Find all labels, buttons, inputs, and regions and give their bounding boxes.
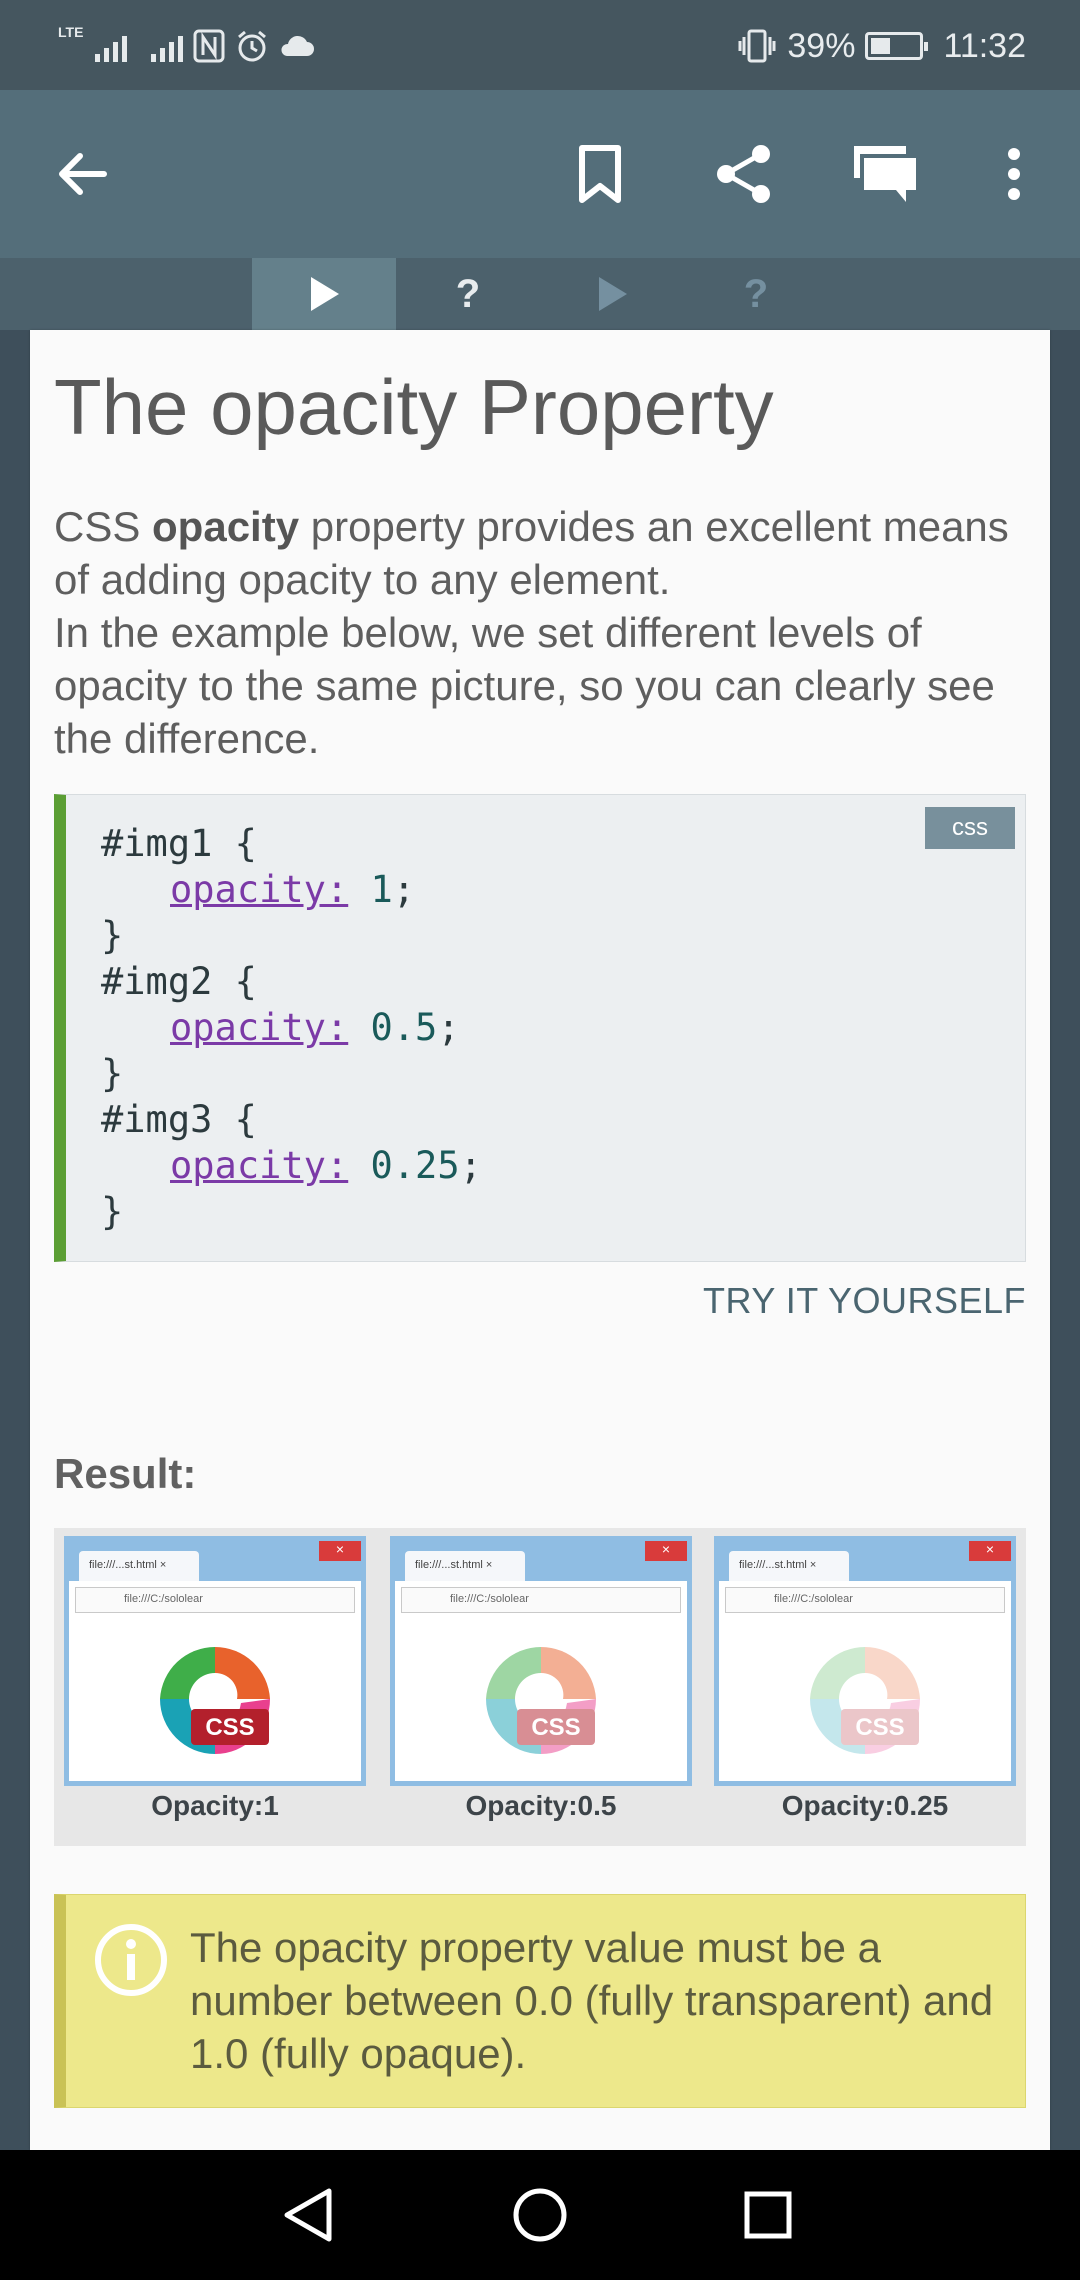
try-it-yourself-button[interactable]: TRY IT YOURSELF [703, 1280, 1026, 1322]
browser-url: file:///C:/sololear [725, 1587, 1005, 1613]
quiz-label: ? [455, 271, 481, 316]
css-badge-text: CSS [205, 1714, 254, 1741]
code-value: 0.25 [348, 1144, 460, 1187]
code-property[interactable]: opacity: [170, 868, 348, 911]
nfc-icon [193, 29, 225, 63]
code-line: opacity: 0.5; [101, 1005, 482, 1051]
code-line: } [101, 914, 124, 957]
lesson-intro: CSS opacity property provides an excelle… [54, 500, 1044, 765]
browser-tab: file:///...st.html × [79, 1551, 199, 1581]
tab-quiz-1[interactable]: ? [396, 258, 540, 330]
browser-tab: file:///...st.html × [729, 1551, 849, 1581]
signal-icon [151, 30, 184, 62]
lesson-tabs: ? ? [0, 258, 1080, 330]
back-triangle-icon[interactable] [268, 2175, 348, 2255]
css-badge-text: CSS [531, 1714, 580, 1741]
code-property[interactable]: opacity: [170, 1144, 348, 1187]
comments-icon[interactable] [842, 130, 930, 218]
back-arrow-icon[interactable] [38, 130, 126, 218]
intro-text: CSS [54, 503, 153, 550]
battery-icon [865, 32, 929, 60]
quiz-label: ? [743, 271, 769, 316]
info-note: The opacity property value must be a num… [54, 1894, 1026, 2108]
code-line: #img3 { [101, 1098, 257, 1141]
tab-lesson-2[interactable] [540, 258, 684, 330]
page-title: The opacity Property [54, 363, 774, 451]
more-vert-icon[interactable] [970, 130, 1058, 218]
code-line: opacity: 1; [101, 867, 482, 913]
network-type: LTE [58, 24, 84, 40]
browser-thumbnail: file:///...st.html × × file:///C:/sololear… [714, 1536, 1016, 1786]
note-text: The opacity property value must be a num… [190, 1924, 994, 2077]
home-circle-icon[interactable] [500, 2175, 580, 2255]
code-punct: ; [437, 1006, 460, 1049]
navigation-bar [0, 2150, 1080, 2280]
tab-lesson-1[interactable] [252, 258, 396, 330]
result-label: Result: [54, 1450, 197, 1497]
code-line: #img1 { [101, 822, 257, 865]
play-icon [311, 277, 339, 311]
play-icon [599, 277, 627, 311]
code-line: } [101, 1052, 124, 1095]
code-punct: ; [459, 1144, 482, 1187]
intro-text: In the example below, we set different l… [54, 609, 995, 762]
status-left: LTE [58, 24, 315, 68]
code-line: opacity: 0.25; [101, 1143, 482, 1189]
opacity-caption: Opacity:0.25 [781, 1790, 949, 1821]
intro-bold: opacity [152, 503, 300, 550]
lesson-content: The opacity Property CSS opacity propert… [30, 330, 1050, 2150]
css-logo: CSS [160, 1647, 270, 1754]
browser-url: file:///C:/sololear [75, 1587, 355, 1613]
signal-icon [95, 30, 128, 62]
css-logo: CSS [810, 1647, 920, 1754]
bookmark-icon[interactable] [556, 130, 644, 218]
share-icon[interactable] [700, 130, 788, 218]
code-punct: ; [392, 868, 416, 911]
browser-thumbnail: file:///...st.html × × file:///C:/sololear… [64, 1536, 366, 1786]
browser-url: file:///C:/sololear [401, 1587, 681, 1613]
app-bar [0, 90, 1080, 258]
alarm-icon [238, 30, 267, 62]
close-icon: × [645, 1541, 687, 1561]
vibrate-icon [738, 29, 776, 63]
code-value: 0.5 [348, 1006, 438, 1049]
code-value: 1 [348, 868, 393, 911]
opacity-caption: Opacity:1 [151, 1790, 279, 1821]
css-logo: CSS [486, 1647, 596, 1754]
clock: 11:32 [943, 26, 1026, 65]
cloud-icon [281, 35, 315, 56]
tab-quiz-2[interactable]: ? [684, 258, 828, 330]
battery-percent: 39% [787, 26, 856, 65]
browser-tab: file:///...st.html × [405, 1551, 525, 1581]
code-lines: #img1 {opacity: 1;} #img2 {opacity: 0.5;}… [101, 821, 482, 1235]
css-badge-text: CSS [855, 1714, 904, 1741]
code-line: #img2 { [101, 960, 257, 1003]
status-right: 39% 11:32 [737, 24, 1026, 68]
close-icon: × [969, 1541, 1011, 1561]
code-property[interactable]: opacity: [170, 1006, 348, 1049]
opacity-caption: Opacity:0.5 [465, 1790, 617, 1821]
close-icon: × [319, 1541, 361, 1561]
status-bar: LTE 39% 11:32 [0, 0, 1080, 90]
browser-thumbnail: file:///...st.html × × file:///C:/sololear… [390, 1536, 692, 1786]
recents-square-icon[interactable] [728, 2175, 808, 2255]
code-block: css #img1 {opacity: 1;} #img2 {opacity: 0… [54, 794, 1026, 1262]
info-icon [95, 1924, 167, 1996]
language-badge: css [925, 807, 1015, 849]
result-image: file:///...st.html × × file:///C:/sololear… [54, 1528, 1026, 1846]
code-line: } [101, 1190, 124, 1233]
